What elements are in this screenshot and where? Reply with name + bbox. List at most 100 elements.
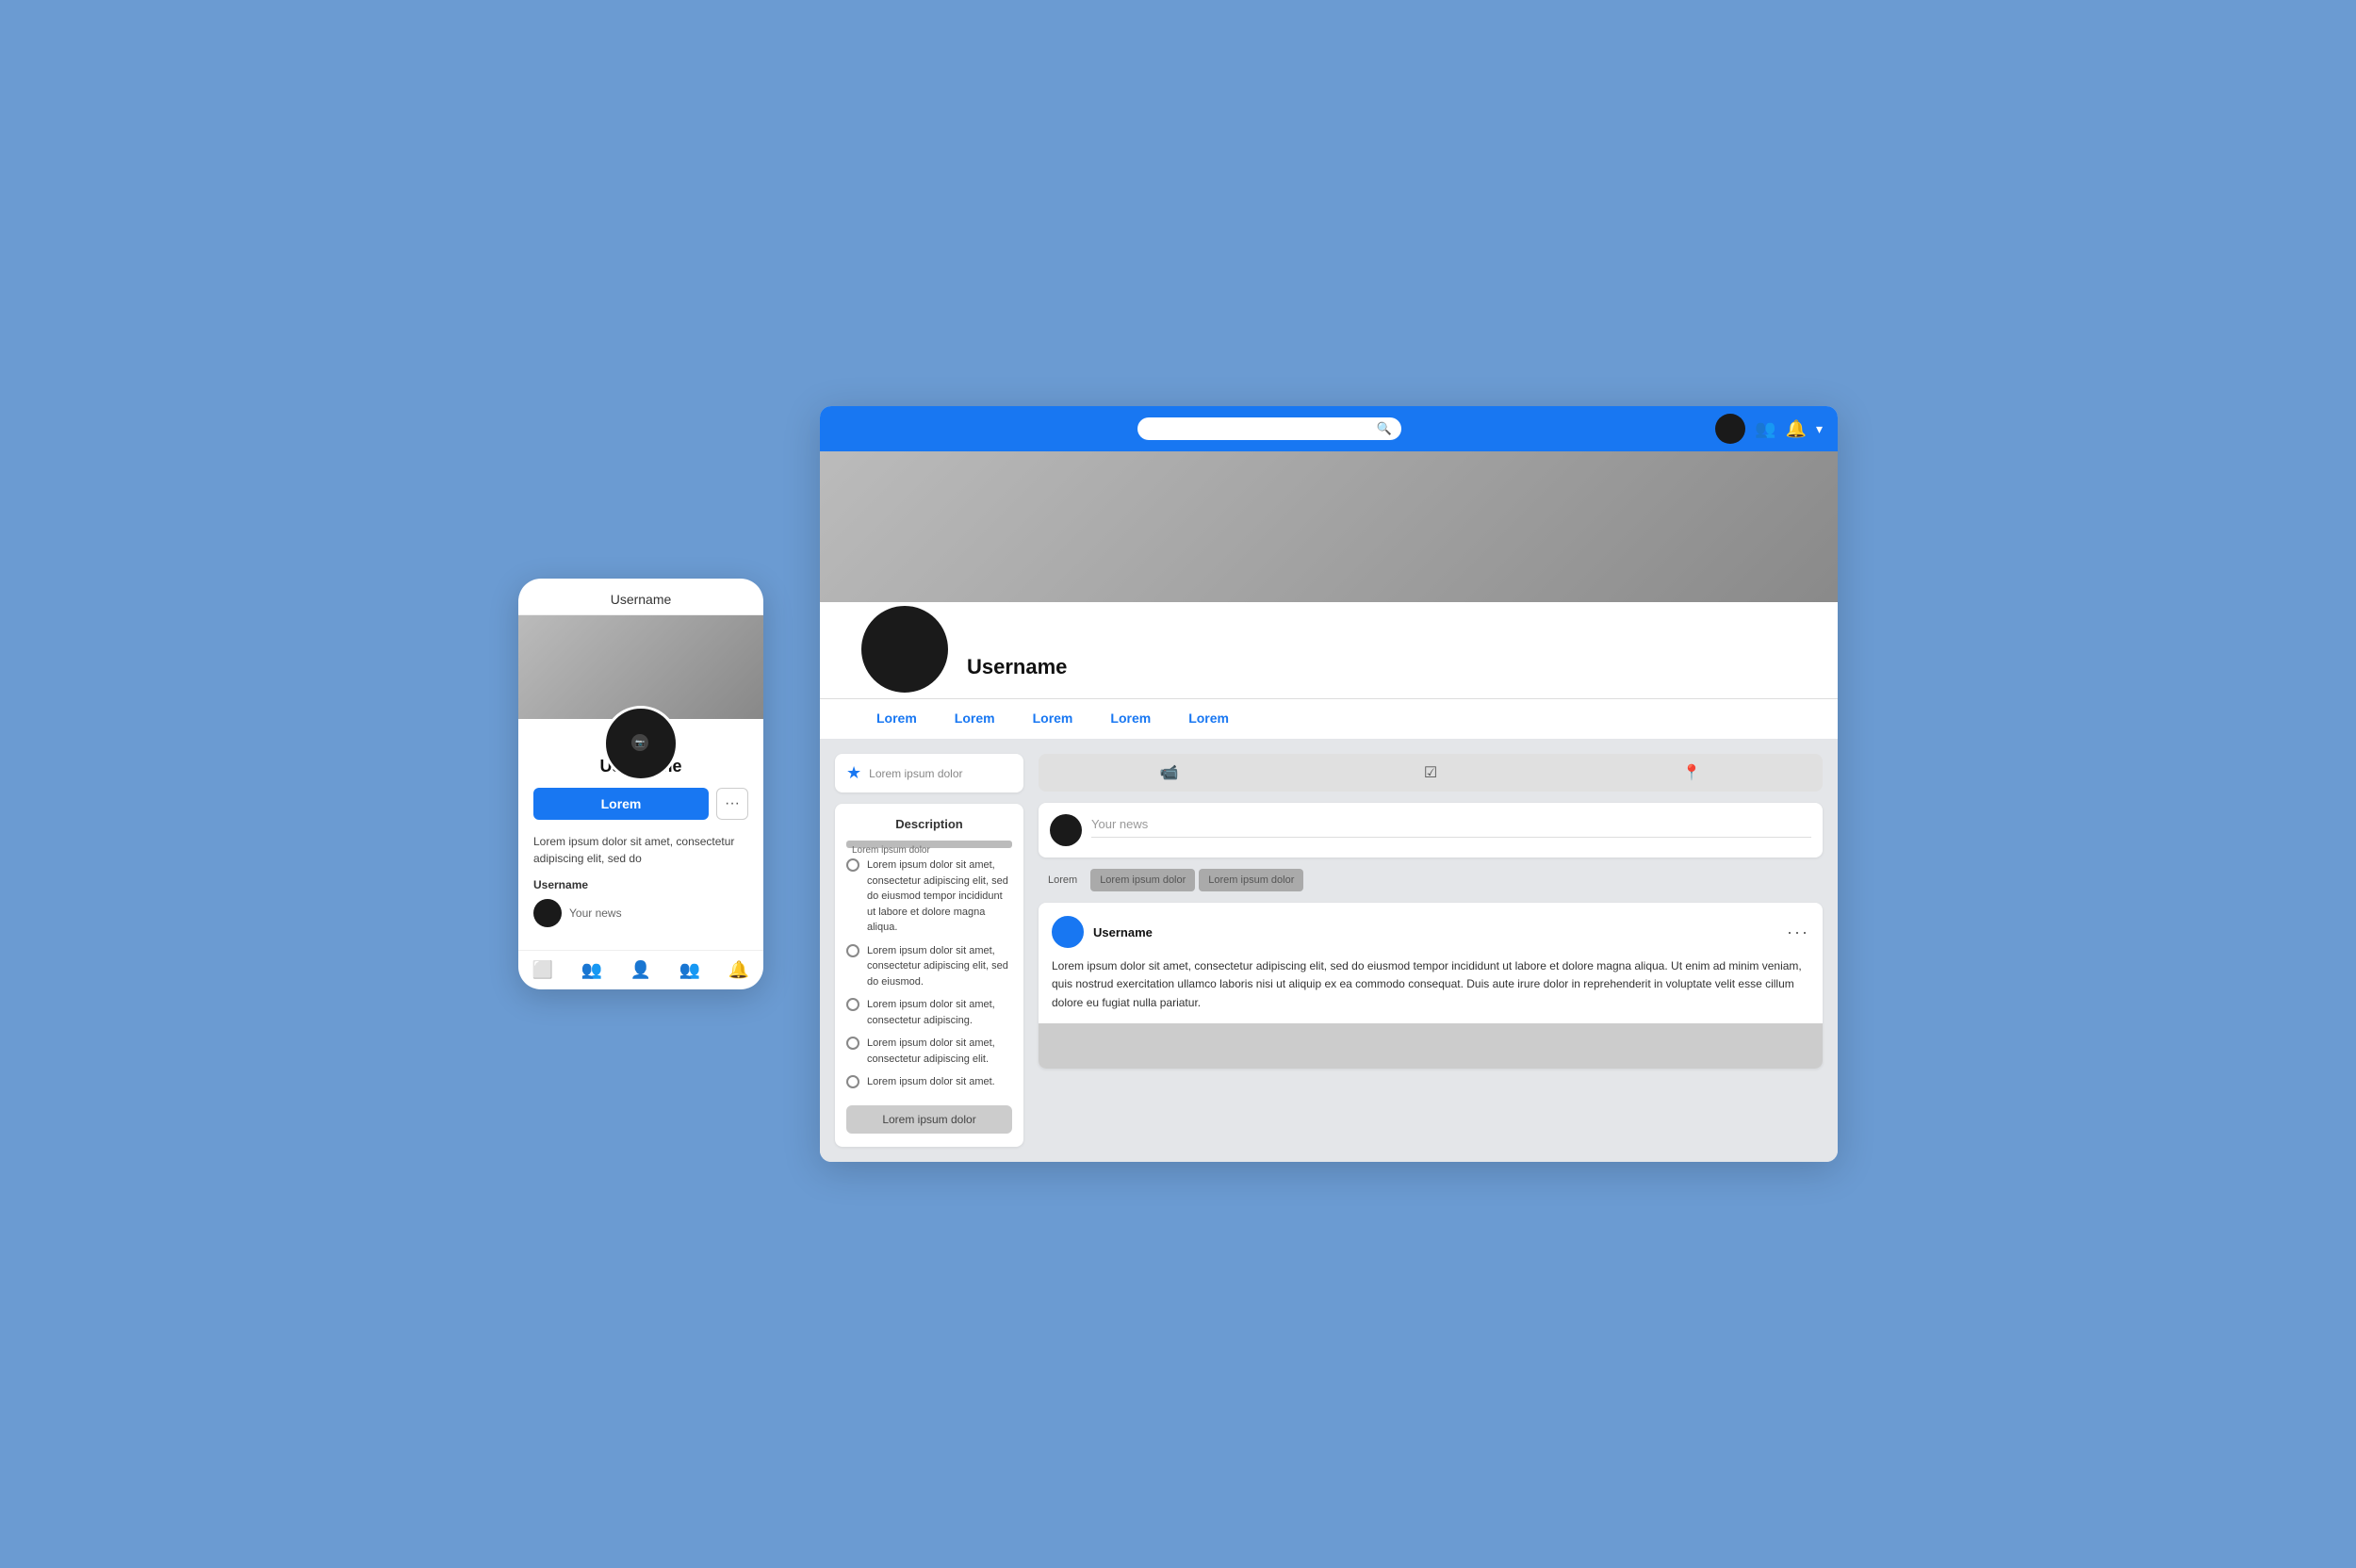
phone-nav-friends[interactable]: 👥 xyxy=(567,960,616,980)
home-icon: ⬜ xyxy=(532,960,553,980)
video-icon: 📹 xyxy=(1160,763,1179,782)
phone-nav-bell[interactable]: 🔔 xyxy=(714,960,763,980)
phone-friend-label: Username xyxy=(533,878,748,891)
desc-bar-text: Lorem ipsum dolor xyxy=(846,845,936,856)
profile-tab-3[interactable]: Lorem xyxy=(1014,699,1092,739)
news-post-divider xyxy=(1091,837,1811,838)
bell-icon: 🔔 xyxy=(728,960,749,980)
profile-tab-5[interactable]: Lorem xyxy=(1170,699,1248,739)
phone-frame: Username 📷 Username Lorem ··· xyxy=(518,579,763,989)
phone-bottom-nav: ⬜ 👥 👤 👥 🔔 xyxy=(518,950,763,989)
topbar-avatar[interactable] xyxy=(1715,414,1745,444)
search-icon[interactable]: 🔍 xyxy=(1377,421,1392,436)
main-content: ★ Lorem ipsum dolor Description Lorem ip… xyxy=(820,739,1838,1162)
mobile-mockup: Username 📷 Username Lorem ··· xyxy=(518,579,763,989)
star-icon: ★ xyxy=(846,763,861,783)
groups-icon: 👥 xyxy=(679,960,700,980)
desc-bullet-4 xyxy=(846,1037,859,1050)
checkin-tab[interactable]: ☑ xyxy=(1300,754,1561,792)
post-username: Username xyxy=(1093,925,1153,939)
profile-header: Username Lorem Lorem Lorem Lorem Lorem xyxy=(820,451,1838,739)
phone-camera-icon: 📷 xyxy=(631,734,648,751)
scene: Username 📷 Username Lorem ··· xyxy=(518,406,1838,1162)
profile-tabs: Lorem Lorem Lorem Lorem Lorem xyxy=(820,698,1838,739)
phone-news-row: Your news xyxy=(533,899,748,927)
location-tab[interactable]: 📍 xyxy=(1562,754,1823,792)
phone-title-bar: Username xyxy=(518,579,763,615)
post-more-button[interactable]: ··· xyxy=(1787,923,1809,942)
news-post-avatar xyxy=(1050,814,1082,846)
checkin-icon: ☑ xyxy=(1424,763,1437,782)
profile-avatar-large xyxy=(858,602,952,696)
profile-icon: 👤 xyxy=(630,960,651,980)
filter-tab-1[interactable]: Lorem xyxy=(1039,869,1087,891)
video-tab[interactable]: 📹 xyxy=(1039,754,1300,792)
desktop-mockup: 🔍 👥 🔔 ▾ Username xyxy=(820,406,1838,1162)
phone-friend-section: Username Your news xyxy=(533,878,748,927)
filter-tab-3[interactable]: Lorem ipsum dolor xyxy=(1199,869,1303,891)
phone-nav-groups[interactable]: 👥 xyxy=(665,960,714,980)
topbar-friends-icon[interactable]: 👥 xyxy=(1755,419,1775,439)
post-card: Username ··· Lorem ipsum dolor sit amet,… xyxy=(1039,903,1823,1069)
topbar-icons: 👥 🔔 ▾ xyxy=(1715,414,1823,444)
phone-cover-photo: 📷 xyxy=(518,615,763,719)
desc-bar: Lorem ipsum dolor xyxy=(846,841,1012,848)
phone-news-avatar xyxy=(533,899,562,927)
filter-tabs-row: Lorem Lorem ipsum dolor Lorem ipsum dolo… xyxy=(1039,869,1823,891)
phone-nav-profile[interactable]: 👤 xyxy=(616,960,665,980)
post-media-placeholder xyxy=(1039,1023,1823,1069)
description-button[interactable]: Lorem ipsum dolor xyxy=(846,1105,1012,1134)
search-input-wrap: 🔍 xyxy=(1137,417,1401,440)
desc-text-3: Lorem ipsum dolor sit amet, consectetur … xyxy=(867,997,1012,1028)
desc-list-item-1: Lorem ipsum dolor sit amet, consectetur … xyxy=(846,858,1012,936)
phone-bio: Lorem ipsum dolor sit amet, consectetur … xyxy=(533,833,748,867)
left-column: ★ Lorem ipsum dolor Description Lorem ip… xyxy=(835,754,1023,1147)
desc-bullet-3 xyxy=(846,998,859,1011)
post-header: Username ··· xyxy=(1052,916,1809,948)
post-avatar xyxy=(1052,916,1084,948)
desc-list-item-5: Lorem ipsum dolor sit amet. xyxy=(846,1074,1012,1090)
description-card: Description Lorem ipsum dolor Lorem ipsu… xyxy=(835,804,1023,1147)
news-post-placeholder: Your news xyxy=(1091,817,1148,831)
news-input-box: ★ Lorem ipsum dolor xyxy=(835,754,1023,792)
topbar-bell-icon[interactable]: 🔔 xyxy=(1786,419,1807,439)
profile-tab-1[interactable]: Lorem xyxy=(858,699,936,739)
profile-name-area: Username xyxy=(967,655,1067,687)
media-tabs: 📹 ☑ 📍 xyxy=(1039,754,1823,792)
desc-text-2: Lorem ipsum dolor sit amet, consectetur … xyxy=(867,943,1012,990)
desc-list-item-4: Lorem ipsum dolor sit amet, consectetur … xyxy=(846,1036,1012,1067)
browser-topbar: 🔍 👥 🔔 ▾ xyxy=(820,406,1838,451)
post-text: Lorem ipsum dolor sit amet, consectetur … xyxy=(1052,957,1809,1012)
search-input[interactable] xyxy=(1147,422,1371,436)
friends-icon: 👥 xyxy=(581,960,602,980)
desc-text-5: Lorem ipsum dolor sit amet. xyxy=(867,1074,995,1090)
profile-tab-4[interactable]: Lorem xyxy=(1091,699,1170,739)
post-user-info: Username xyxy=(1052,916,1153,948)
news-post-input-box: Your news xyxy=(1039,803,1823,858)
desc-bullet-2 xyxy=(846,944,859,957)
browser-frame: 🔍 👥 🔔 ▾ Username xyxy=(820,406,1838,1162)
phone-actions: Lorem ··· xyxy=(533,788,748,820)
desc-list-item-2: Lorem ipsum dolor sit amet, consectetur … xyxy=(846,943,1012,990)
phone-more-button[interactable]: ··· xyxy=(716,788,748,820)
profile-info-row: Username xyxy=(820,602,1838,698)
description-title: Description xyxy=(846,817,1012,831)
news-input-placeholder: Lorem ipsum dolor xyxy=(869,767,962,780)
desc-text-1: Lorem ipsum dolor sit amet, consectetur … xyxy=(867,858,1012,936)
search-bar-area: 🔍 xyxy=(835,417,1704,440)
phone-title-text: Username xyxy=(611,592,672,607)
desc-bullet-1 xyxy=(846,858,859,872)
right-column: 📹 ☑ 📍 Your news xyxy=(1039,754,1823,1147)
phone-nav-home[interactable]: ⬜ xyxy=(518,960,567,980)
desc-text-4: Lorem ipsum dolor sit amet, consectetur … xyxy=(867,1036,1012,1067)
filter-tab-2[interactable]: Lorem ipsum dolor xyxy=(1090,869,1195,891)
location-icon: 📍 xyxy=(1682,763,1701,782)
phone-your-news-text: Your news xyxy=(569,906,622,920)
profile-name: Username xyxy=(967,655,1067,679)
desc-list-item-3: Lorem ipsum dolor sit amet, consectetur … xyxy=(846,997,1012,1028)
phone-primary-button[interactable]: Lorem xyxy=(533,788,709,820)
news-post-content: Your news xyxy=(1091,816,1811,845)
desc-bullet-5 xyxy=(846,1075,859,1088)
topbar-chevron-icon[interactable]: ▾ xyxy=(1816,421,1823,437)
profile-tab-2[interactable]: Lorem xyxy=(936,699,1014,739)
